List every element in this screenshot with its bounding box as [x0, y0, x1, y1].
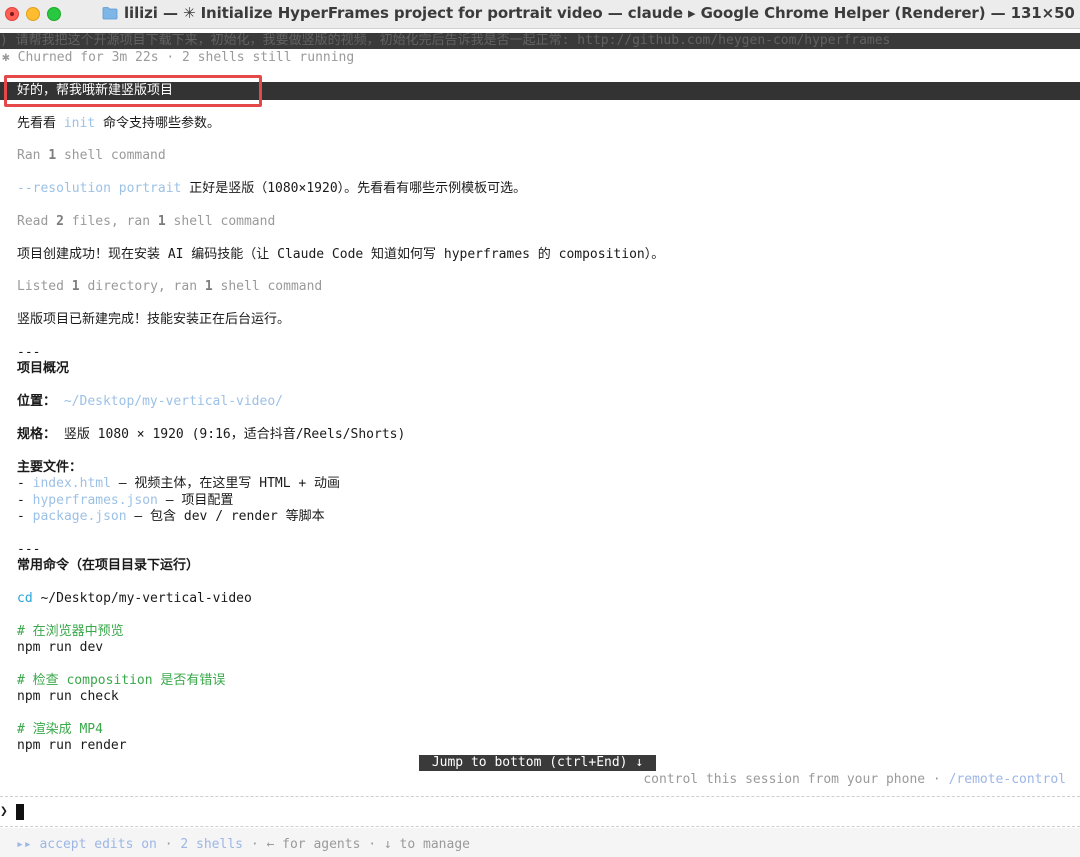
- separator: ·: [360, 837, 384, 852]
- file-name: hyperframes.json: [32, 493, 158, 508]
- fast-forward-icon: ▸▸: [16, 837, 32, 852]
- count: 1: [48, 148, 57, 163]
- count: 1: [204, 279, 213, 294]
- zoom-window-button[interactable]: [47, 7, 61, 21]
- path-value: ~/Desktop/my-vertical-video/: [56, 394, 283, 409]
- bullet: -: [17, 493, 33, 508]
- window-titlebar: lilizi — ✳ Initialize HyperFrames projec…: [0, 0, 1080, 29]
- list-item: - package.json — 包含 dev / render 等脚本: [17, 509, 325, 525]
- shells-indicator[interactable]: 2 shells: [180, 837, 243, 852]
- text: files, ran: [63, 214, 158, 229]
- transcript-line: --resolution portrait 正好是竖版（1080×1920）。先…: [17, 181, 526, 197]
- separator: ·: [243, 837, 267, 852]
- text: — 包含 dev / render 等脚本: [126, 509, 325, 524]
- count: 2: [56, 214, 64, 229]
- text: 先看看: [17, 116, 64, 131]
- text: shell command: [165, 214, 276, 229]
- list-item: - hyperframes.json — 项目配置: [17, 493, 233, 509]
- transcript-line: 竖版项目已新建完成！技能安装正在后台运行。: [17, 312, 291, 327]
- tool-summary[interactable]: Listed 1 directory, ran 1 shell command: [17, 279, 322, 295]
- input-bottom-rule: [0, 826, 1080, 827]
- separator: ·: [156, 837, 181, 852]
- inline-code: --resolution portrait: [17, 181, 182, 196]
- window-title: lilizi — ✳ Initialize HyperFrames projec…: [124, 4, 1075, 22]
- remote-control-hint: control this session from your phone · /…: [643, 772, 1066, 788]
- text: directory, ran: [79, 279, 205, 294]
- code-line: cd ~/Desktop/my-vertical-video: [17, 591, 252, 607]
- minimize-window-button[interactable]: [26, 7, 40, 21]
- text: ~/Desktop/my-vertical-video: [32, 591, 252, 606]
- count: 1: [157, 214, 166, 229]
- churned-status: ✱ Churned for 3m 22s · 2 shells still ru…: [2, 50, 355, 65]
- input-cursor[interactable]: [16, 804, 24, 820]
- previous-prompt-strip: ) 请帮我把这个开源项目下载下来，初始化，我要做竖版的视频，初始化完后告诉我是否…: [0, 33, 1080, 49]
- divider: ---: [17, 345, 41, 360]
- code-comment: # 在浏览器中预览: [17, 624, 124, 639]
- text: control this session from your phone ·: [643, 772, 949, 787]
- status-bar: ▸▸ accept edits on · 2 shells · ← for ag…: [0, 828, 1080, 857]
- label: 位置：: [17, 394, 57, 409]
- text: Ran: [17, 148, 49, 163]
- code-line: npm run render: [17, 738, 127, 753]
- remote-control-link[interactable]: /remote-control: [949, 772, 1066, 787]
- code-line: npm run check: [17, 689, 119, 704]
- text: Read: [17, 214, 57, 229]
- accept-edits-mode[interactable]: accept edits on: [32, 837, 156, 852]
- keyword: cd: [17, 591, 33, 606]
- input-top-rule: [0, 796, 1080, 797]
- inline-code: init: [63, 116, 96, 131]
- tool-summary[interactable]: Read 2 files, ran 1 shell command: [17, 214, 275, 230]
- spec-row: 规格： 竖版 1080 × 1920 (9:16，适合抖音/Reels/Shor…: [17, 427, 405, 443]
- bullet: -: [17, 476, 33, 491]
- section-heading: 主要文件：: [17, 460, 83, 475]
- text: — 项目配置: [157, 493, 234, 508]
- count: 1: [71, 279, 80, 294]
- close-window-button[interactable]: [5, 7, 19, 21]
- folder-icon: [102, 7, 118, 20]
- manage-hint: ↓ to manage: [383, 837, 470, 852]
- jump-to-bottom-button[interactable]: Jump to bottom (ctrl+End) ↓: [419, 755, 656, 771]
- code-comment: # 渲染成 MP4: [17, 722, 103, 737]
- text: 命令支持哪些参数。: [95, 116, 220, 131]
- previous-prompt-text: ) 请帮我把这个开源项目下载下来，初始化，我要做竖版的视频，初始化完后告诉我是否…: [0, 33, 891, 48]
- code-line: npm run dev: [17, 640, 104, 655]
- tool-summary[interactable]: Ran 1 shell command: [17, 148, 166, 164]
- text: — 视频主体，在这里写 HTML + 动画: [110, 476, 341, 491]
- divider: ---: [17, 542, 41, 557]
- file-name: package.json: [32, 509, 127, 524]
- value: 竖版 1080 × 1920 (9:16，适合抖音/Reels/Shorts): [56, 427, 406, 442]
- red-highlight-box: [4, 75, 262, 107]
- transcript-line: 项目创建成功！现在安装 AI 编码技能（让 Claude Code 知道如何写 …: [17, 247, 665, 262]
- list-item: - index.html — 视频主体，在这里写 HTML + 动画: [17, 476, 340, 492]
- text: shell command: [212, 279, 323, 294]
- file-name: index.html: [32, 476, 111, 491]
- section-heading: 常用命令（在项目目录下运行）: [17, 558, 200, 573]
- code-comment: # 检查 composition 是否有错误: [17, 673, 226, 688]
- status-line: ▸▸ accept edits on · 2 shells · ← for ag…: [16, 837, 470, 853]
- text: shell command: [56, 148, 166, 163]
- label: 规格：: [17, 427, 57, 442]
- section-heading: 项目概况: [17, 361, 70, 376]
- text: 正好是竖版（1080×1920）。先看看有哪些示例模板可选。: [181, 181, 527, 196]
- text: Listed: [17, 279, 72, 294]
- location-row: 位置： ~/Desktop/my-vertical-video/: [17, 394, 283, 410]
- prompt-symbol: ❯: [0, 804, 8, 819]
- transcript-line: 先看看 init 命令支持哪些参数。: [17, 116, 220, 132]
- agents-hint: ← for agents: [266, 837, 361, 852]
- bullet: -: [17, 509, 33, 524]
